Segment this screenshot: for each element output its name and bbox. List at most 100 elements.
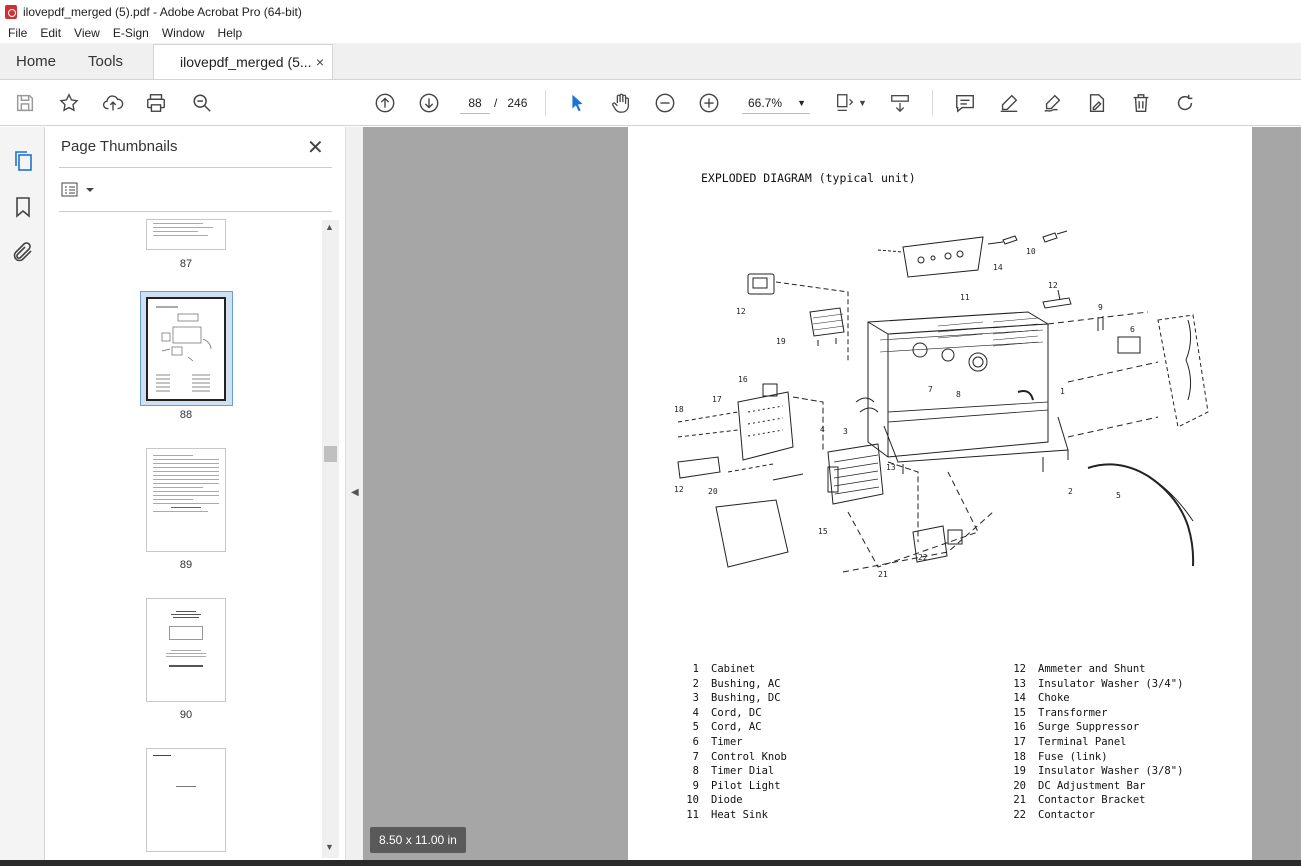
thumbnail-label: 89 bbox=[179, 559, 193, 571]
list-item: 20 DC Adjustment Bar bbox=[1013, 779, 1146, 792]
thumbnail-scrollbar[interactable]: ▲ ▼ bbox=[322, 220, 339, 858]
delete-icon[interactable] bbox=[1129, 91, 1153, 115]
page-size-badge: 8.50 x 11.00 in bbox=[370, 827, 466, 853]
tab-document-label: ilovepdf_merged (5... bbox=[180, 54, 312, 70]
diagram-callout: 12 bbox=[736, 307, 746, 316]
menu-esign[interactable]: E-Sign bbox=[113, 26, 149, 40]
panel-splitter[interactable]: ◀ bbox=[345, 127, 363, 860]
list-item: 14 Choke bbox=[1013, 692, 1070, 705]
list-item: 13 Insulator Washer (3/4") bbox=[1013, 677, 1184, 690]
diagram-callout: 5 bbox=[1116, 491, 1121, 500]
acrobat-pdf-icon bbox=[5, 4, 17, 19]
diagram-callout: 8 bbox=[956, 390, 961, 399]
page-thumbnails-panel: Page Thumbnails ✕ 87 88 89 90 bbox=[45, 127, 345, 860]
chevron-down-icon: ▼ bbox=[797, 98, 806, 108]
page-fit-icon[interactable] bbox=[833, 91, 857, 115]
diagram-callout: 10 bbox=[1026, 247, 1036, 256]
diagram-callout: 22 bbox=[918, 553, 928, 562]
toolbar: 88 / 246 66.7% ▼ ▼ bbox=[0, 80, 1301, 126]
panel-title: Page Thumbnails bbox=[61, 138, 178, 155]
bookmark-star-icon[interactable] bbox=[57, 91, 81, 115]
hand-tool-icon[interactable] bbox=[609, 91, 633, 115]
print-icon[interactable] bbox=[144, 91, 168, 115]
menu-help[interactable]: Help bbox=[218, 26, 243, 40]
left-icon-rail bbox=[0, 127, 45, 866]
page-thumbnails-icon[interactable] bbox=[11, 149, 35, 173]
diagram-callout: 18 bbox=[674, 405, 684, 414]
collapse-panel-icon[interactable]: ◀ bbox=[351, 487, 359, 498]
zoom-out-icon[interactable] bbox=[653, 91, 677, 115]
list-item: 22 Contactor bbox=[1013, 808, 1095, 821]
close-tab-icon[interactable]: × bbox=[316, 54, 324, 70]
scrollbar-thumb[interactable] bbox=[324, 446, 337, 462]
comment-icon[interactable] bbox=[953, 91, 977, 115]
save-icon[interactable] bbox=[13, 91, 37, 115]
tab-bar: Home Tools ilovepdf_merged (5... × bbox=[0, 43, 1301, 80]
sign-icon[interactable] bbox=[1041, 91, 1065, 115]
list-item: 11 Heat Sink bbox=[686, 808, 768, 821]
document-view[interactable]: EXPLODED DIAGRAM (typical unit) 10 11 12… bbox=[363, 127, 1301, 860]
scroll-mode-icon[interactable] bbox=[888, 91, 912, 115]
thumbnail-page[interactable] bbox=[146, 219, 226, 250]
list-item: 6 Timer bbox=[692, 735, 743, 748]
thumbnail-page[interactable] bbox=[146, 748, 226, 852]
menu-file[interactable]: File bbox=[8, 26, 27, 40]
thumbnail-label: 87 bbox=[179, 258, 193, 270]
diagram-callout: 11 bbox=[960, 293, 970, 302]
thumbnail-page[interactable] bbox=[146, 448, 226, 552]
pdf-page: EXPLODED DIAGRAM (typical unit) 10 11 12… bbox=[628, 127, 1252, 860]
page-total: / 246 bbox=[494, 96, 528, 110]
list-item: 9 Pilot Light bbox=[692, 779, 781, 792]
bookmark-icon[interactable] bbox=[11, 195, 35, 219]
list-item: 7 Control Knob bbox=[692, 750, 787, 763]
rotate-icon[interactable] bbox=[1173, 91, 1197, 115]
window-title: ilovepdf_merged (5).pdf - Adobe Acrobat … bbox=[23, 4, 302, 19]
diagram-callout: 13 bbox=[886, 463, 896, 472]
list-item: 15 Transformer bbox=[1013, 706, 1108, 719]
menu-window[interactable]: Window bbox=[162, 26, 205, 40]
menu-view[interactable]: View bbox=[74, 26, 100, 40]
scroll-down-icon[interactable]: ▼ bbox=[325, 842, 334, 852]
diagram-callout: 12 bbox=[1048, 281, 1058, 290]
tab-home[interactable]: Home bbox=[0, 43, 72, 79]
list-item: 16 Surge Suppressor bbox=[1013, 721, 1140, 734]
diagram-heading: EXPLODED DIAGRAM (typical unit) bbox=[701, 171, 916, 185]
list-item: 10 Diode bbox=[686, 794, 743, 807]
tab-document[interactable]: ilovepdf_merged (5... × bbox=[153, 44, 334, 79]
chevron-down-icon[interactable]: ▼ bbox=[858, 98, 867, 108]
select-cursor-icon[interactable] bbox=[565, 91, 589, 115]
thumbnail-page-selected[interactable] bbox=[146, 297, 226, 401]
tab-tools[interactable]: Tools bbox=[72, 43, 139, 79]
list-item: 21 Contactor Bracket bbox=[1013, 794, 1146, 807]
diagram-callout: 6 bbox=[1130, 325, 1135, 334]
diagram-callout: 2 bbox=[1068, 487, 1073, 496]
bottom-edge bbox=[0, 860, 1301, 866]
upload-cloud-icon[interactable] bbox=[101, 91, 125, 115]
attachment-icon[interactable] bbox=[11, 240, 35, 264]
thumbnail-label: 90 bbox=[179, 709, 193, 721]
list-item: 19 Insulator Washer (3/8") bbox=[1013, 765, 1184, 778]
page-number-input[interactable]: 88 bbox=[460, 92, 490, 114]
diagram-callout: 4 bbox=[820, 425, 825, 434]
close-panel-icon[interactable]: ✕ bbox=[307, 135, 324, 160]
zoom-in-icon[interactable] bbox=[697, 91, 721, 115]
list-item: 18 Fuse (link) bbox=[1013, 750, 1108, 763]
search-icon[interactable] bbox=[190, 91, 214, 115]
thumbnail-options-button[interactable] bbox=[61, 181, 97, 199]
scroll-up-icon[interactable]: ▲ bbox=[325, 222, 334, 232]
list-item: 17 Terminal Panel bbox=[1013, 735, 1127, 748]
previous-page-icon[interactable] bbox=[373, 91, 397, 115]
list-item: 8 Timer Dial bbox=[692, 765, 775, 778]
title-bar: ilovepdf_merged (5).pdf - Adobe Acrobat … bbox=[0, 0, 1301, 23]
diagram-callout: 14 bbox=[993, 263, 1003, 272]
thumbnail-page[interactable] bbox=[146, 598, 226, 702]
exploded-diagram: 10 11 12 14 19 12 9 6 16 17 18 4 3 7 8 1 12 20 15 13 2… bbox=[674, 230, 1209, 579]
zoom-select[interactable]: 66.7% ▼ bbox=[742, 92, 810, 114]
diagram-callout: 7 bbox=[928, 385, 933, 394]
edit-pdf-icon[interactable] bbox=[1085, 91, 1109, 115]
menu-edit[interactable]: Edit bbox=[40, 26, 61, 40]
highlight-icon[interactable] bbox=[997, 91, 1021, 115]
list-item: 4 Cord, DC bbox=[692, 706, 762, 719]
next-page-icon[interactable] bbox=[417, 91, 441, 115]
thumbnail-label: 88 bbox=[179, 409, 193, 421]
